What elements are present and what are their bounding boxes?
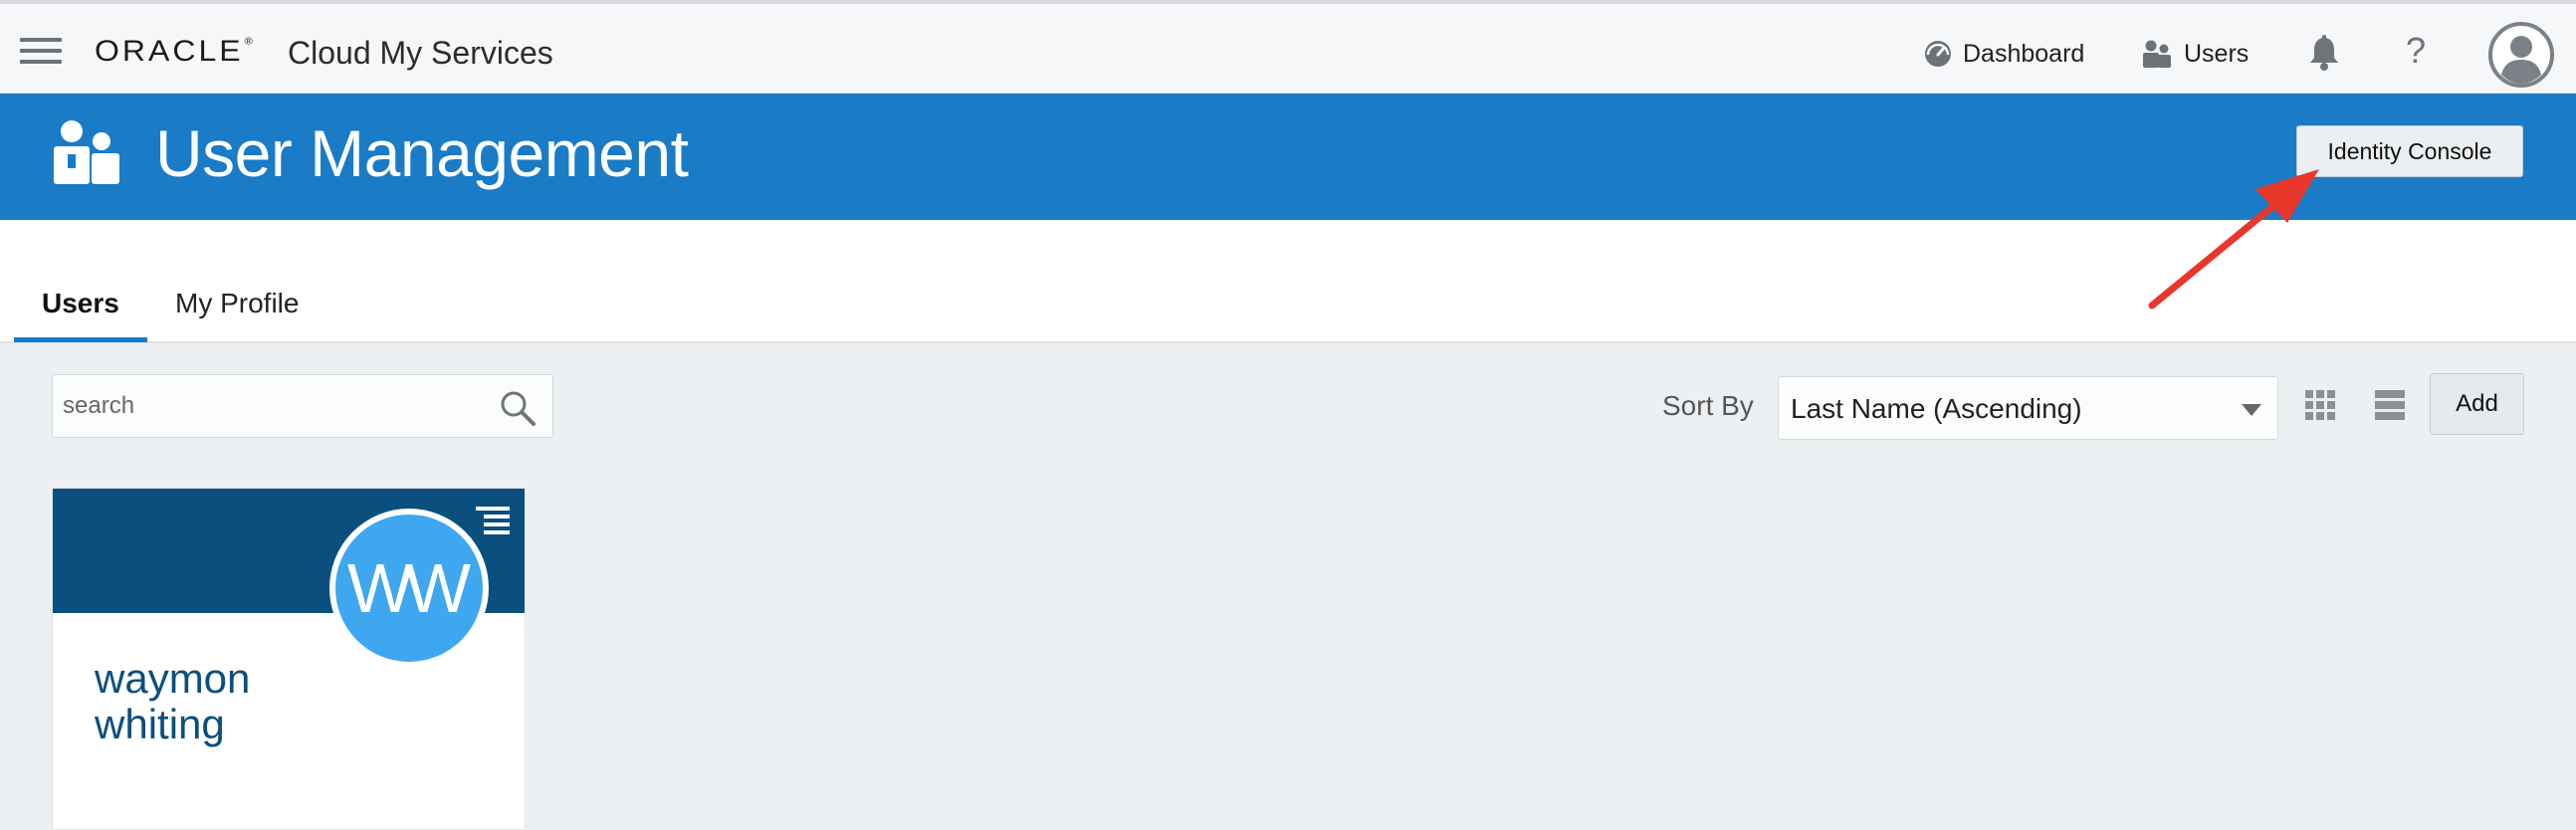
page-title: User Management [155, 116, 689, 190]
nav-dashboard-label: Dashboard [1963, 39, 2085, 68]
nav-users-label: Users [2184, 39, 2250, 68]
hamburger-menu-icon[interactable] [20, 38, 62, 64]
chevron-down-icon [2242, 404, 2261, 416]
bell-icon[interactable] [2307, 34, 2341, 72]
search-field [52, 374, 553, 438]
help-icon[interactable]: ? [2399, 30, 2433, 74]
registered-mark: ® [244, 36, 256, 48]
sort-selected-value: Last Name (Ascending) [1791, 393, 2082, 424]
oracle-logo-text: ORACLE [95, 34, 244, 68]
annotation-arrow [2148, 169, 2319, 310]
grid-view-icon[interactable] [2305, 390, 2335, 420]
tab-my-profile[interactable]: My Profile [147, 288, 326, 342]
search-input[interactable] [53, 375, 491, 437]
list-view-icon[interactable] [2375, 390, 2405, 420]
app-name: Cloud My Services [288, 35, 553, 71]
sort-select[interactable]: Last Name (Ascending) [1778, 376, 2278, 440]
dashboard-gauge-icon [1925, 41, 1951, 67]
user-full-name[interactable]: waymon whiting [95, 656, 353, 747]
tab-users[interactable]: Users [14, 288, 147, 342]
users-icon [2143, 40, 2171, 68]
card-menu-icon[interactable] [476, 507, 510, 536]
user-avatar-initials[interactable]: WW [329, 509, 489, 668]
search-icon[interactable] [499, 389, 537, 427]
user-card[interactable]: WW waymon whiting [52, 488, 526, 830]
nav-dashboard-link[interactable]: Dashboard [1923, 34, 2084, 74]
nav-users-link[interactable]: Users [2140, 34, 2249, 74]
users-icon [54, 120, 119, 184]
oracle-logo: ORACLE® [95, 34, 256, 68]
user-first-name: waymon [95, 655, 251, 702]
user-last-name: whiting [95, 701, 225, 747]
identity-console-button[interactable]: Identity Console [2296, 125, 2523, 177]
top-bar: ORACLE® Cloud My Services Dashboard User… [0, 0, 2576, 94]
user-avatar-icon[interactable] [2488, 22, 2554, 88]
sort-by-label: Sort By [1662, 390, 1754, 421]
add-user-button[interactable]: Add [2430, 373, 2524, 435]
